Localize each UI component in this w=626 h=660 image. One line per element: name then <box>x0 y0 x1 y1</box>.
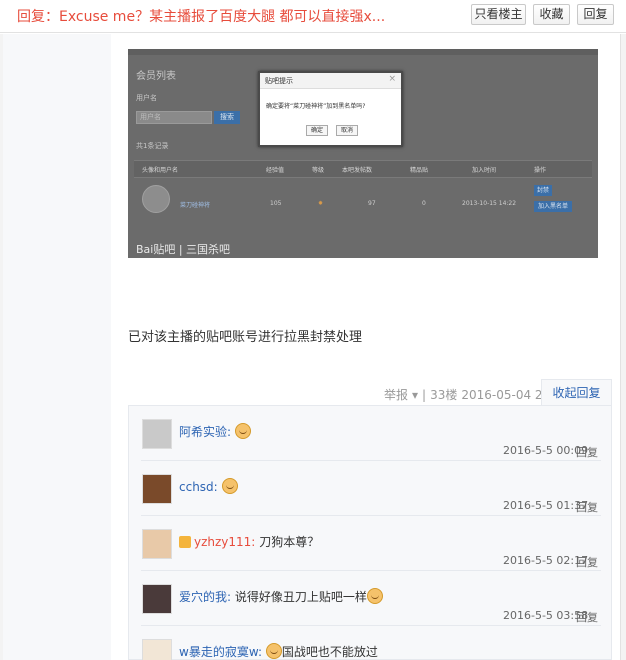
comment-username[interactable]: cchsd: <box>179 480 218 494</box>
collapse-reply-button[interactable]: 收起回复 <box>541 379 612 406</box>
page-scrollbar[interactable] <box>620 34 626 660</box>
image-username-field: 用户名 <box>136 111 212 124</box>
image-record-count: 共1条记录 <box>136 142 169 150</box>
image-search-button: 搜索 <box>214 111 240 124</box>
comment-text: 刀狗本尊？ <box>259 535 320 549</box>
vip-badge-icon <box>179 536 191 548</box>
image-dialog-cancel: 取消 <box>336 125 358 136</box>
floor-number: 33楼 <box>430 388 458 402</box>
avatar[interactable] <box>142 529 172 559</box>
image-row-level-icon: ✸ <box>318 200 324 207</box>
image-dialog-title: 贴吧提示 <box>260 73 401 89</box>
comment-item: 阿希实验: 2016-5-5 00:09 回复 <box>129 406 611 461</box>
comment-username[interactable]: w暴走的寂寞w: <box>179 645 262 659</box>
comment-item: w暴走的寂寞w: 国战吧也不能放过 <box>129 626 611 660</box>
avatar[interactable] <box>142 419 172 449</box>
avatar[interactable] <box>142 639 172 660</box>
image-section-title: 会员列表 <box>136 71 176 82</box>
image-dialog-message: 确定要将“菜刀碰神将”加到黑名单吗? <box>266 103 366 110</box>
comment-username[interactable]: 爱穴的我: <box>179 590 231 604</box>
comment-reply-button[interactable]: 回复 <box>576 554 598 570</box>
comment-line: w暴走的寂寞w: 国战吧也不能放过 <box>179 643 378 660</box>
comment-reply-button[interactable]: 回复 <box>576 444 598 460</box>
image-col-level: 等级 <box>312 167 325 174</box>
comment-item: yzhzy111: 刀狗本尊？ 2016-5-5 02:17 回复 <box>129 516 611 571</box>
image-dialog-close-icon: × <box>388 74 396 84</box>
comment-username[interactable]: 阿希实验: <box>179 425 231 439</box>
post-content: 已对该主播的贴吧账号进行拉黑封禁处理 <box>128 330 363 345</box>
author-column <box>3 34 111 660</box>
comment-line: 爱穴的我: 说得好像丑刀上贴吧一样 <box>179 588 383 605</box>
comment-list: 阿希实验: 2016-5-5 00:09 回复 cchsd: 2016-5-5 … <box>128 405 612 660</box>
smile-emoji-icon <box>234 423 251 439</box>
image-dialog: 贴吧提示 × 确定要将“菜刀碰神将”加到黑名单吗? 确定 取消 <box>258 71 403 147</box>
image-username-label: 用户名 <box>136 94 157 102</box>
image-col-exp: 经验值 <box>266 167 285 174</box>
image-row-exp: 105 <box>270 200 282 207</box>
image-blacklist-button: 加入黑名单 <box>534 201 572 212</box>
image-col-user: 头像和用户名 <box>142 167 179 174</box>
image-row-quality: 0 <box>422 200 426 207</box>
image-dialog-ok: 确定 <box>306 125 328 136</box>
image-row-username: 菜刀碰神将 <box>180 202 211 209</box>
comment-text: 说得好像丑刀上贴吧一样 <box>234 590 367 604</box>
meta-divider: | <box>422 388 427 402</box>
image-col-quality: 精品贴 <box>410 167 429 174</box>
reply-button[interactable]: 回复 <box>577 4 614 25</box>
thread-header: 回复：Excuse me？某主播报了百度大腿 都可以直接强x... 只看楼主 收… <box>0 0 626 33</box>
comment-item: 爱穴的我: 说得好像丑刀上贴吧一样 2016-5-5 03:58 回复 <box>129 571 611 626</box>
image-row-posts: 97 <box>368 200 376 207</box>
comment-reply-button[interactable]: 回复 <box>576 609 598 625</box>
comment-line: cchsd: <box>179 478 238 494</box>
only-author-button[interactable]: 只看楼主 <box>471 4 526 25</box>
smile-emoji-icon <box>221 478 238 494</box>
comment-line: 阿希实验: <box>179 423 251 440</box>
image-watermark: Bai贴吧 | 三国杀吧 <box>136 243 231 256</box>
comment-line: yzhzy111: 刀狗本尊？ <box>179 533 319 550</box>
image-user-avatar <box>142 185 170 213</box>
image-row-joined: 2013-10-15 14:22 <box>462 200 517 207</box>
image-col-actions: 操作 <box>534 167 547 174</box>
report-link[interactable]: 举报 <box>384 388 408 402</box>
avatar[interactable] <box>142 584 172 614</box>
comment-username[interactable]: yzhzy111: <box>194 535 255 549</box>
favorite-button[interactable]: 收藏 <box>533 4 570 25</box>
comment-reply-button[interactable]: 回复 <box>576 499 598 515</box>
avatar[interactable] <box>142 474 172 504</box>
comment-text: 国战吧也不能放过 <box>281 645 378 659</box>
comment-item: cchsd: 2016-5-5 01:37 回复 <box>129 461 611 516</box>
image-content: 会员列表 用户名 用户名 搜索 共1条记录 头像和用户名 经验值 等级 本吧发帖… <box>128 55 598 258</box>
image-col-posts: 本吧发帖数 <box>342 167 373 174</box>
chevron-down-icon[interactable]: ▾ <box>412 388 418 402</box>
post-image[interactable]: 会员列表 用户名 用户名 搜索 共1条记录 头像和用户名 经验值 等级 本吧发帖… <box>128 49 598 258</box>
smile-emoji-icon <box>265 643 282 659</box>
image-col-joined: 加入时间 <box>472 167 497 174</box>
reply-title[interactable]: 回复：Excuse me？某主播报了百度大腿 都可以直接强x... <box>17 6 457 26</box>
image-ban-button: 封禁 <box>534 185 552 196</box>
smile-emoji-icon <box>366 588 383 604</box>
